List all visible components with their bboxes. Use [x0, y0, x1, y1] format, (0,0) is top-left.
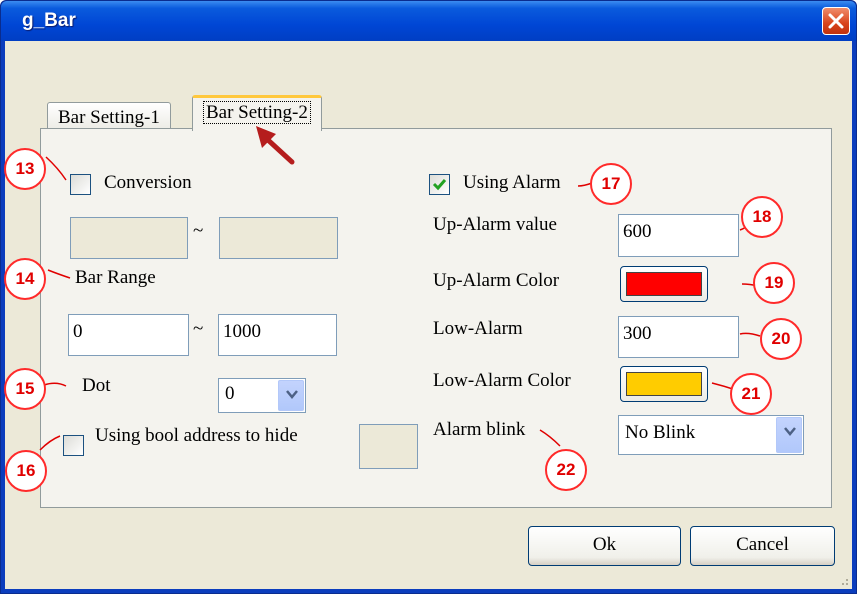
annotation-badge-19: 19 [753, 262, 795, 304]
annotation-badge-17: 17 [590, 163, 632, 205]
pointer-arrow-icon [256, 126, 295, 165]
annotation-badge-16: 16 [5, 450, 47, 492]
annotation-badge-18: 18 [741, 196, 783, 238]
annotation-badge-15: 15 [4, 368, 46, 410]
annotation-badge-14: 14 [4, 258, 46, 300]
annotation-badge-20: 20 [760, 318, 802, 360]
annotation-badge-21: 21 [730, 373, 772, 415]
annotation-badge-22: 22 [545, 449, 587, 491]
annotation-badge-13: 13 [4, 148, 46, 190]
annotation-leaders [39, 126, 761, 451]
